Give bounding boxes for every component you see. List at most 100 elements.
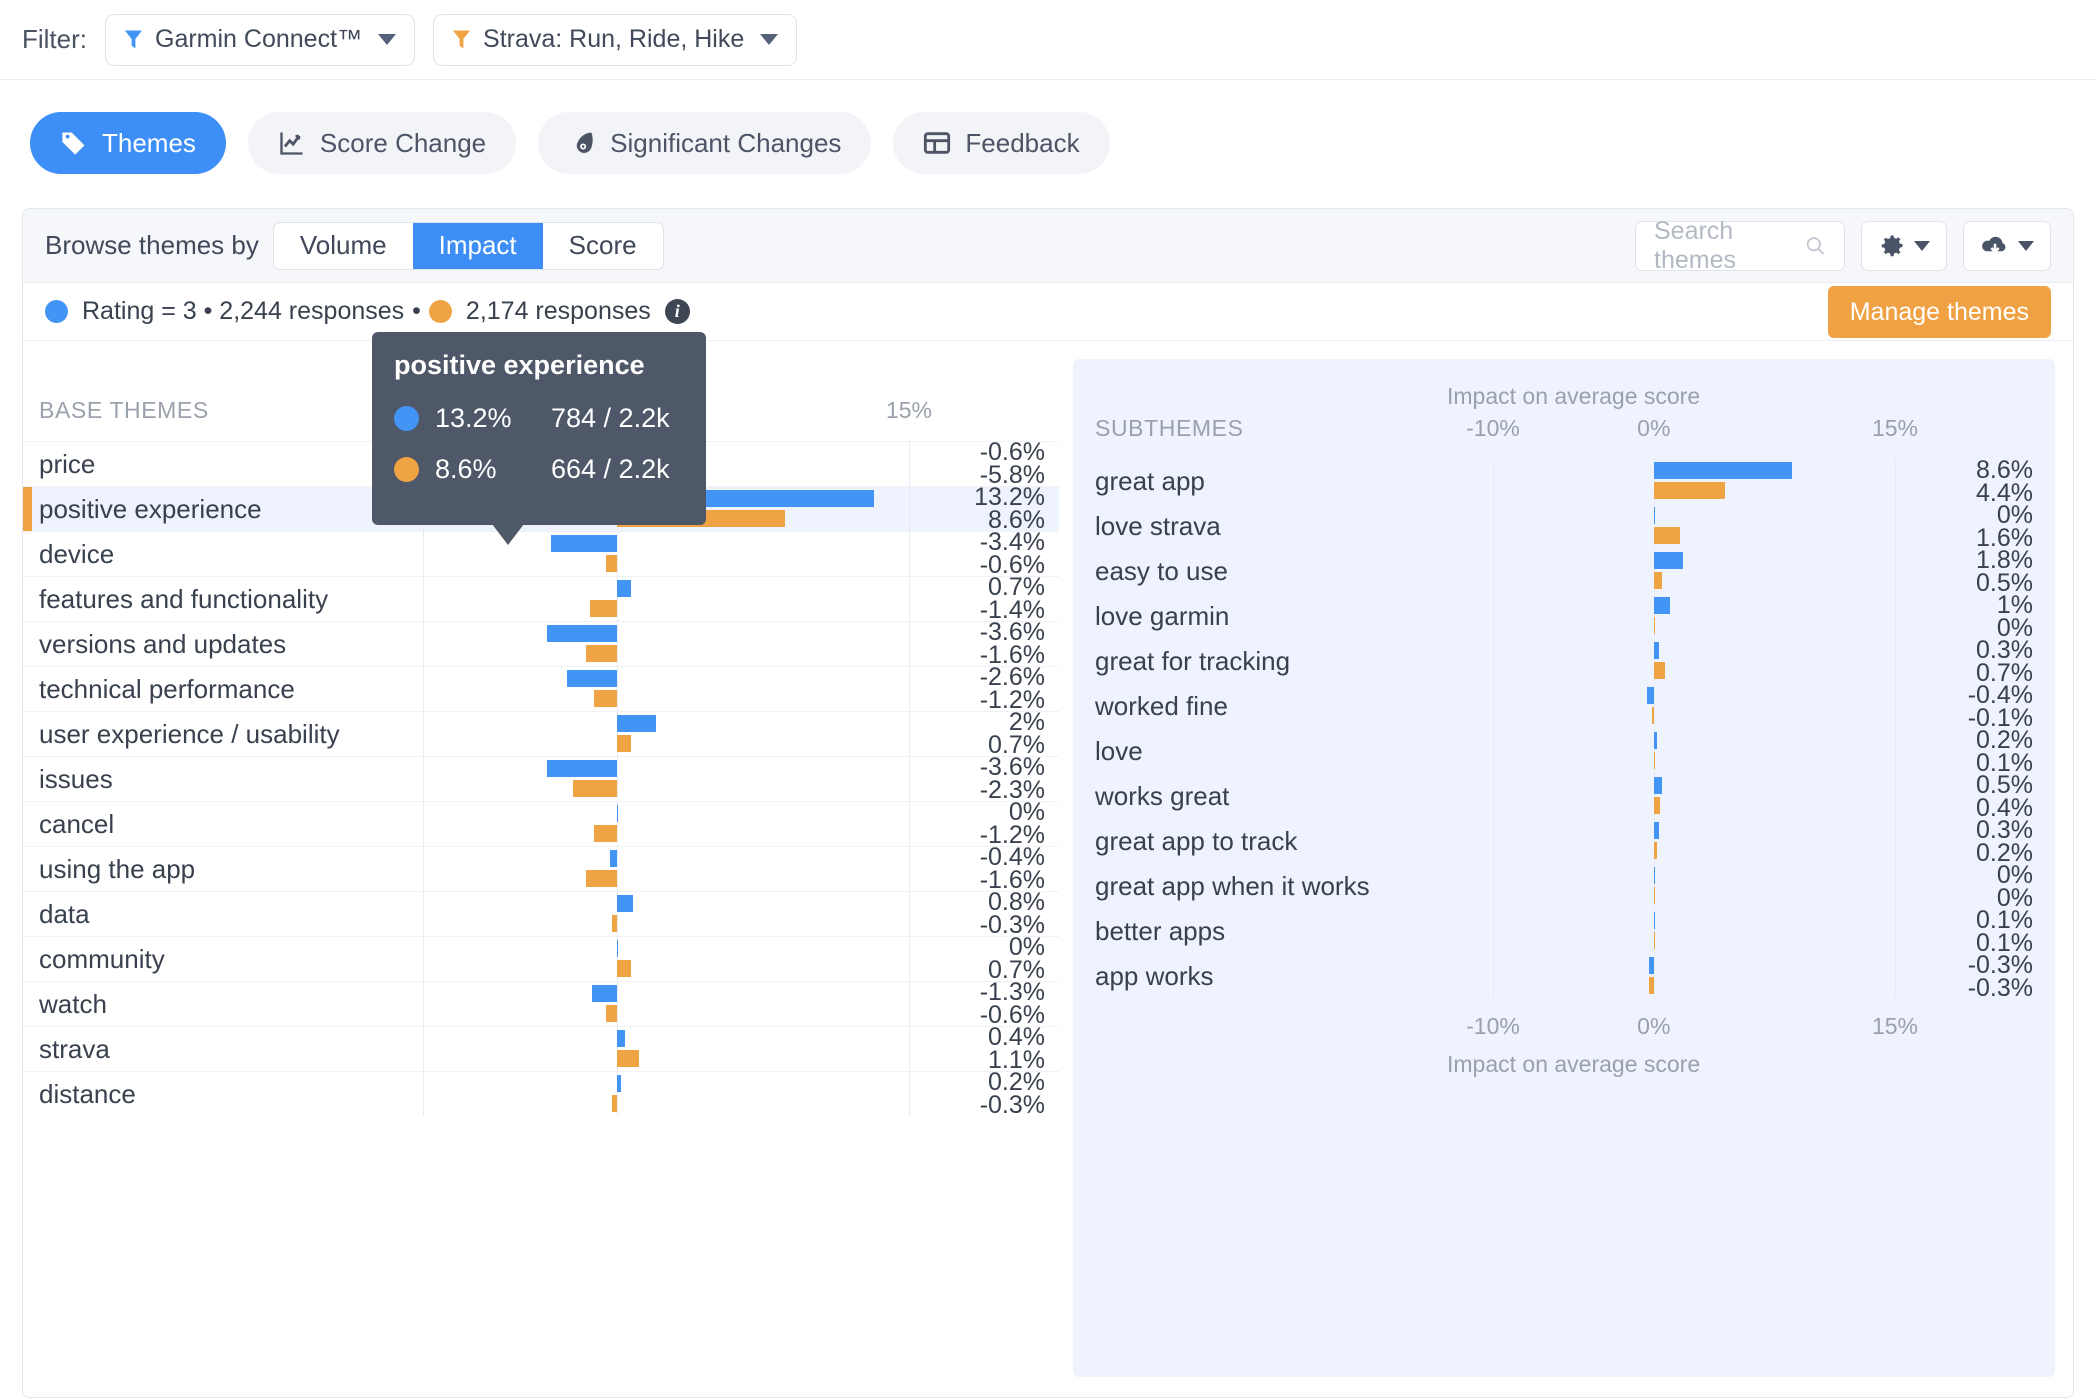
tooltip-dot-orange [394, 457, 419, 482]
bar-orange [611, 915, 618, 932]
settings-menu-button[interactable] [1861, 220, 1947, 271]
bar-blue [609, 850, 618, 867]
gridline [909, 847, 910, 891]
bar-plot [423, 757, 910, 801]
gridline [423, 667, 424, 711]
bar-blue [617, 895, 633, 912]
value-orange: -0.3% [979, 1091, 1045, 1119]
chart-line-icon [280, 132, 303, 155]
gridline [909, 1072, 910, 1116]
segment-score[interactable]: Score [543, 223, 663, 269]
segment-volume[interactable]: Volume [274, 223, 413, 269]
gridline [1653, 684, 1655, 729]
base-theme-row-values: -2.6% -1.2% [909, 665, 1059, 713]
base-theme-row-values: 0.8% -0.3% [909, 890, 1059, 938]
gridline [423, 757, 424, 801]
filter-pill-garmin[interactable]: Garmin Connect™ [105, 13, 416, 66]
base-theme-row[interactable]: watch -1.3% -0.6% [23, 980, 1059, 1028]
bar-plot [423, 847, 910, 891]
base-theme-row[interactable]: using the app -0.4% -1.6% [23, 845, 1059, 893]
bar-orange [1653, 842, 1657, 859]
subtheme-row[interactable]: love 0.2% 0.1% [1073, 727, 2055, 775]
bar-blue [1647, 687, 1654, 704]
bar-plot [423, 1072, 910, 1116]
base-theme-row-values: 0.2% -0.3% [909, 1070, 1059, 1119]
gridline [909, 982, 910, 1026]
bar-blue [617, 580, 631, 597]
gear-icon [1881, 235, 1903, 256]
gridline [1493, 639, 1494, 684]
base-themes-tick-15: 15% [885, 397, 933, 423]
chevron-down-icon [760, 34, 779, 45]
base-theme-row-label: positive experience [39, 493, 262, 524]
base-theme-row[interactable]: features and functionality 0.7% -1.4% [23, 575, 1059, 623]
gridline [1895, 909, 1896, 954]
bar-plot [423, 577, 910, 621]
manage-themes-button[interactable]: Manage themes [1827, 286, 2051, 338]
gridline [1895, 594, 1896, 639]
gridline [423, 1072, 424, 1116]
subtheme-row[interactable]: better apps 0.1% 0.1% [1073, 907, 2055, 955]
subtheme-row[interactable]: great app to track 0.3% 0.2% [1073, 817, 2055, 865]
gridline [617, 757, 619, 801]
tab-significant-changes[interactable]: Significant Changes [538, 112, 872, 174]
subtheme-row-values: 0.1% 0.1% [1895, 907, 2055, 955]
subtheme-row[interactable]: worked fine -0.4% -0.1% [1073, 682, 2055, 730]
gridline [1493, 684, 1494, 729]
base-theme-row[interactable]: cancel 0% -1.2% [23, 800, 1059, 848]
base-theme-row[interactable]: user experience / usability 2% 0.7% [23, 710, 1059, 758]
subtheme-row-label: easy to use [1095, 556, 1228, 586]
base-theme-row-values: 13.2% 8.6% [909, 485, 1059, 533]
subtheme-row[interactable]: great for tracking 0.3% 0.7% [1073, 637, 2055, 685]
base-theme-row-label: distance [39, 1078, 136, 1109]
subtheme-row-label: app works [1095, 961, 1214, 991]
bar-orange [1653, 932, 1656, 949]
subthemes-bottom-axis: -10% 0% 15% Impact on average score [1073, 999, 2055, 1089]
subtheme-row-label: love [1095, 736, 1143, 766]
bar-blue [1653, 462, 1793, 479]
gridline [1895, 504, 1896, 549]
tab-feedback[interactable]: Feedback [893, 112, 1110, 174]
bar-orange [594, 690, 618, 707]
segment-impact[interactable]: Impact [412, 222, 543, 269]
tooltip-percent-blue: 13.2% [435, 403, 512, 433]
gridline [1895, 864, 1896, 909]
filter-label: Filter: [22, 24, 87, 54]
legend-series-a-label: Rating = 3 • 2,244 responses [82, 297, 405, 325]
bar-orange [572, 780, 618, 797]
base-theme-row[interactable]: issues -3.6% -2.3% [23, 755, 1059, 803]
info-icon[interactable]: i [664, 299, 690, 324]
base-theme-row[interactable]: distance 0.2% -0.3% [23, 1070, 1059, 1119]
subtheme-row[interactable]: love garmin 1% 0% [1073, 592, 2055, 640]
base-theme-row[interactable]: technical performance -2.6% -1.2% [23, 665, 1059, 713]
base-themes-list: price -0.6% -5.8% positive experience 13.2% 8… [23, 440, 1059, 1119]
base-theme-row-label: community [39, 943, 165, 974]
base-theme-row[interactable]: data 0.8% -0.3% [23, 890, 1059, 938]
base-theme-row-values: 0.4% 1.1% [909, 1025, 1059, 1073]
base-theme-row[interactable]: versions and updates -3.6% -1.6% [23, 620, 1059, 668]
bar-orange [586, 870, 618, 887]
gridline [1895, 549, 1896, 594]
filter-pill-strava[interactable]: Strava: Run, Ride, Hike [433, 13, 798, 66]
tab-score-change[interactable]: Score Change [247, 112, 517, 174]
base-theme-row[interactable]: device -3.4% -0.6% [23, 530, 1059, 578]
base-theme-row[interactable]: community 0% 0.7% [23, 935, 1059, 983]
browse-themes-label: Browse themes by [45, 230, 259, 260]
gridline [909, 667, 910, 711]
search-themes-input[interactable]: Search themes [1635, 217, 1845, 274]
bar-plot [1493, 684, 1896, 729]
subtheme-row[interactable]: app works -0.3% -0.3% [1073, 952, 2055, 1000]
subtheme-row[interactable]: love strava 0% 1.6% [1073, 502, 2055, 550]
base-theme-row[interactable]: strava 0.4% 1.1% [23, 1025, 1059, 1073]
subtheme-row[interactable]: great app 8.6% 4.4% [1073, 457, 2055, 505]
tab-themes[interactable]: Themes [30, 112, 226, 174]
subtheme-row[interactable]: works great 0.5% 0.4% [1073, 772, 2055, 820]
export-menu-button[interactable] [1963, 220, 2051, 271]
subtheme-row-label: great app [1095, 466, 1205, 496]
subtheme-row[interactable]: great app when it works 0% 0% [1073, 862, 2055, 910]
subtheme-row[interactable]: easy to use 1.8% 0.5% [1073, 547, 2055, 595]
bar-blue [617, 715, 657, 732]
bar-plot [1493, 639, 1896, 684]
subtheme-row-label: great app when it works [1095, 871, 1370, 901]
bar-blue [1653, 867, 1655, 884]
